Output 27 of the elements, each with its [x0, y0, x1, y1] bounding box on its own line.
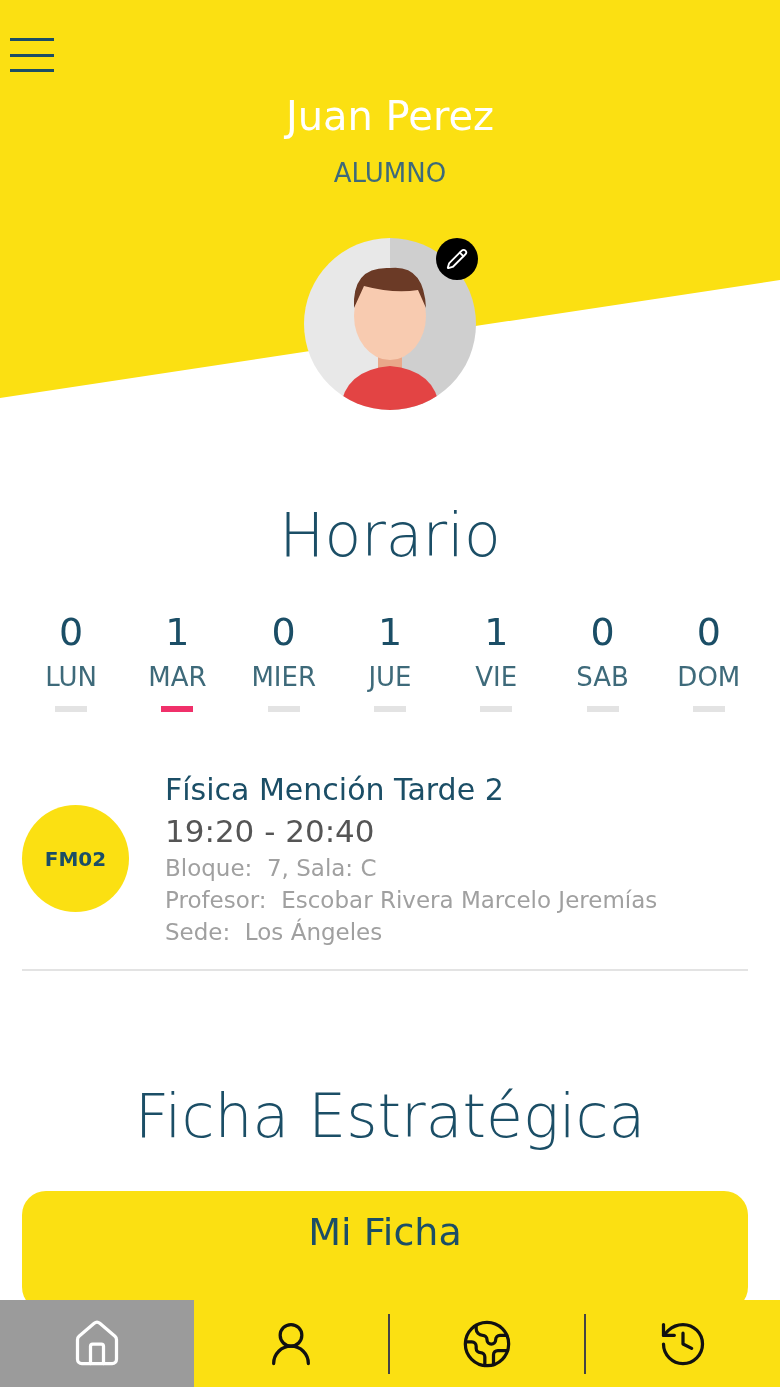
course-detail: Profesor: Escobar Rivera Marcelo Jeremías	[165, 887, 658, 913]
card-title[interactable]: Mi Ficha	[308, 1211, 462, 1253]
day-tab[interactable]: JUE	[368, 662, 412, 692]
class-count: 0	[271, 610, 296, 654]
day-tab[interactable]: MAR	[148, 662, 207, 692]
class-count: 1	[377, 610, 403, 654]
course-title: Física Mención Tarde 2	[165, 772, 505, 807]
pencil-icon	[446, 248, 468, 270]
section-title: Ficha Estratégica	[133, 1081, 647, 1151]
course-badge: FM02	[22, 805, 129, 912]
section-title: Horario	[278, 500, 502, 570]
class-count: 1	[484, 610, 509, 654]
day-tab[interactable]: DOM	[677, 662, 741, 692]
user-role: ALUMNO	[333, 158, 447, 188]
day-tab[interactable]: LUN	[45, 662, 97, 692]
day-tab[interactable]: MIER	[251, 662, 316, 692]
day-tab[interactable]: VIE	[475, 662, 518, 692]
menu-button[interactable]	[10, 38, 54, 72]
course-detail: Sede: Los Ángeles	[165, 919, 384, 945]
class-count: 0	[59, 610, 84, 654]
user-name: Juan Perez	[285, 92, 495, 140]
course-time: 19:20 - 20:40	[165, 813, 376, 849]
class-count: 1	[165, 610, 190, 654]
class-count: 0	[590, 610, 615, 654]
day-tab[interactable]: SAB	[576, 662, 629, 692]
class-count: 0	[696, 610, 721, 654]
course-detail: Bloque: 7, Sala: C	[165, 855, 378, 881]
